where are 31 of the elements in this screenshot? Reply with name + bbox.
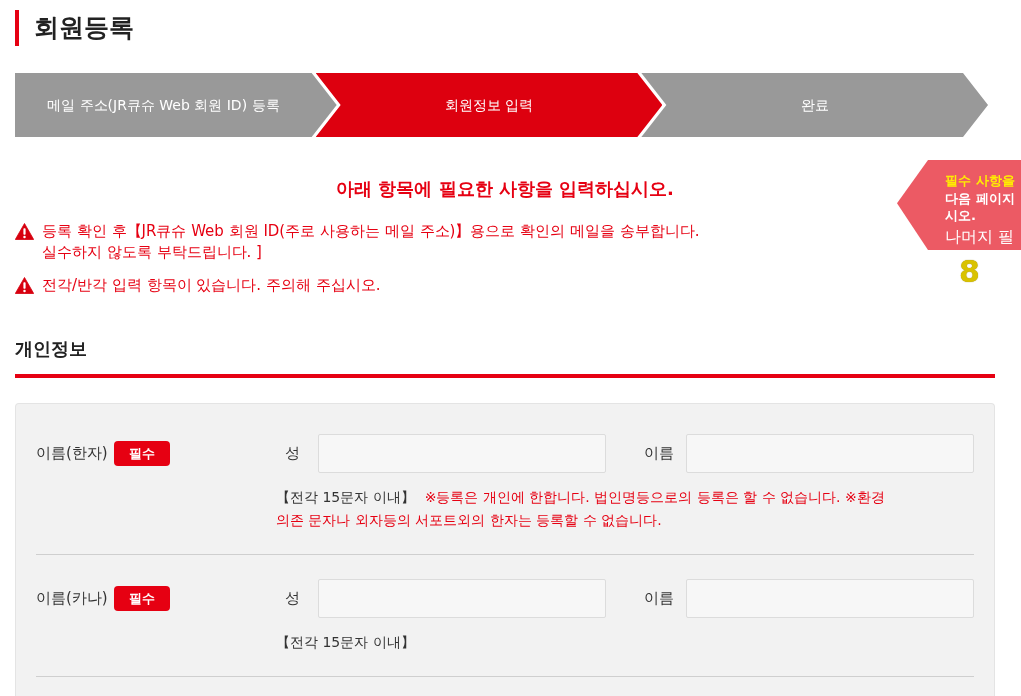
- warning-text: 전각/반각 입력 항목이 있습니다. 주의해 주십시오.: [42, 275, 381, 296]
- notice-highlight: 필수 사항을: [945, 172, 1015, 190]
- text-input[interactable]: [686, 579, 974, 618]
- input-label: 이름: [643, 588, 675, 610]
- notice-text: 다음 페이지: [945, 190, 1015, 207]
- length-hint: 【전각 15문자 이내】: [276, 634, 415, 650]
- page-title: 회원등록: [15, 10, 995, 46]
- registration-warning: ※등록은 개인에 한합니다. 법인명등으로의 등록은 할 수 없습니다. ※환경: [424, 489, 885, 505]
- instruction-heading: 아래 항목에 필요한 사항을 입력하십시오.: [336, 177, 674, 201]
- progress-step: 메일 주소(JR큐슈 Web 회원 ID) 등록: [15, 73, 337, 137]
- text-input[interactable]: [686, 434, 974, 473]
- field-label: 이름(카나): [36, 588, 108, 610]
- notice-text: 시오.: [945, 207, 976, 224]
- text-input[interactable]: [318, 579, 606, 618]
- length-hint: 【전각 15문자 이내】: [276, 489, 415, 505]
- section-title: 개인정보: [15, 337, 88, 361]
- progress-step: 회원정보 입력: [315, 73, 663, 137]
- required-badge: 필수: [113, 441, 170, 466]
- input-label: 이름: [643, 443, 675, 465]
- warning-icon: [15, 223, 34, 240]
- input-label: 성: [284, 443, 301, 465]
- field-label: 이름(한자): [36, 443, 108, 465]
- registration-warning: 의존 문자나 외자등의 서포트외의 한자는 등록할 수 없습니다.: [276, 512, 662, 528]
- warning-icon: [15, 277, 34, 294]
- remaining-count: 8: [959, 254, 980, 290]
- warning-text: 등록 확인 후【JR큐슈 Web 회원 ID(주로 사용하는 메일 주소)】용으로 확인의 메일을 송부합니다. 실수하지 않도록 부탁드립니다. ]: [42, 221, 700, 263]
- remaining-label: 나머지 필: [945, 226, 1015, 248]
- required-badge: 필수: [113, 586, 170, 611]
- input-label: 성: [284, 588, 301, 610]
- text-input[interactable]: [318, 434, 606, 473]
- progress-step: 완료: [641, 73, 988, 137]
